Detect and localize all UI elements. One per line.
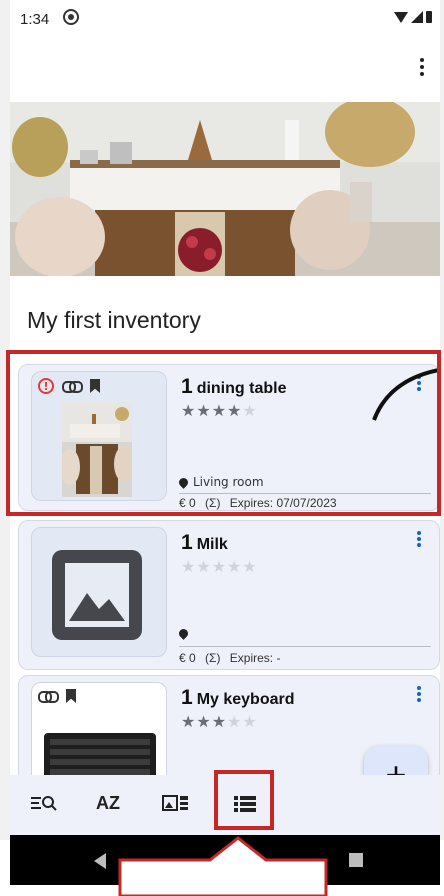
item-price: € 0 — [179, 651, 196, 665]
highlight-box-card — [6, 350, 441, 516]
item-expiry: Expires: - — [229, 651, 281, 665]
item-meta: € 0 (Σ) Expires: - — [179, 651, 280, 665]
notification-icon — [63, 9, 79, 25]
location-pin-icon — [177, 627, 190, 640]
signal-icon — [411, 11, 423, 23]
highlight-box-list-view — [214, 770, 274, 830]
bookmark-icon — [66, 689, 76, 703]
item-name: My keyboard — [196, 691, 295, 708]
item-location — [177, 627, 191, 640]
link-icon — [38, 689, 59, 703]
inventory-title: My first inventory — [27, 307, 201, 333]
sort-az-button[interactable]: AZ — [88, 787, 128, 819]
recents-icon[interactable] — [349, 853, 363, 867]
grid-view-icon[interactable] — [156, 787, 196, 819]
battery-icon — [426, 11, 432, 23]
item-quantity: 1 — [181, 686, 193, 709]
sum-symbol: (Σ) — [205, 651, 221, 665]
wifi-icon — [394, 11, 408, 23]
callout-tooltip — [118, 836, 328, 896]
back-icon[interactable] — [94, 853, 106, 869]
item-title: 1 Milk — [181, 531, 228, 555]
status-bar: 1:34 — [10, 0, 440, 38]
item-title: 1 My keyboard — [181, 686, 295, 710]
filter-search-icon[interactable] — [24, 787, 64, 819]
item-card-milk[interactable]: 1 Milk ★★★★★ € 0 (Σ) Expires: - — [18, 520, 440, 670]
item-thumbnail[interactable] — [31, 527, 167, 657]
item-menu-icon[interactable] — [417, 686, 421, 704]
overflow-menu-icon[interactable] — [412, 56, 432, 80]
status-time: 1:34 — [20, 11, 50, 28]
image-placeholder-icon — [52, 550, 142, 640]
item-quantity: 1 — [181, 531, 193, 554]
item-name: Milk — [196, 536, 228, 553]
item-menu-icon[interactable] — [417, 531, 421, 549]
inventory-cover-image — [10, 102, 440, 276]
item-thumbnail[interactable] — [31, 682, 167, 786]
rating-stars: ★★★★★ — [181, 712, 258, 731]
sort-az-label: AZ — [96, 792, 120, 813]
rating-stars: ★★★★★ — [181, 557, 258, 576]
divider — [179, 646, 431, 647]
